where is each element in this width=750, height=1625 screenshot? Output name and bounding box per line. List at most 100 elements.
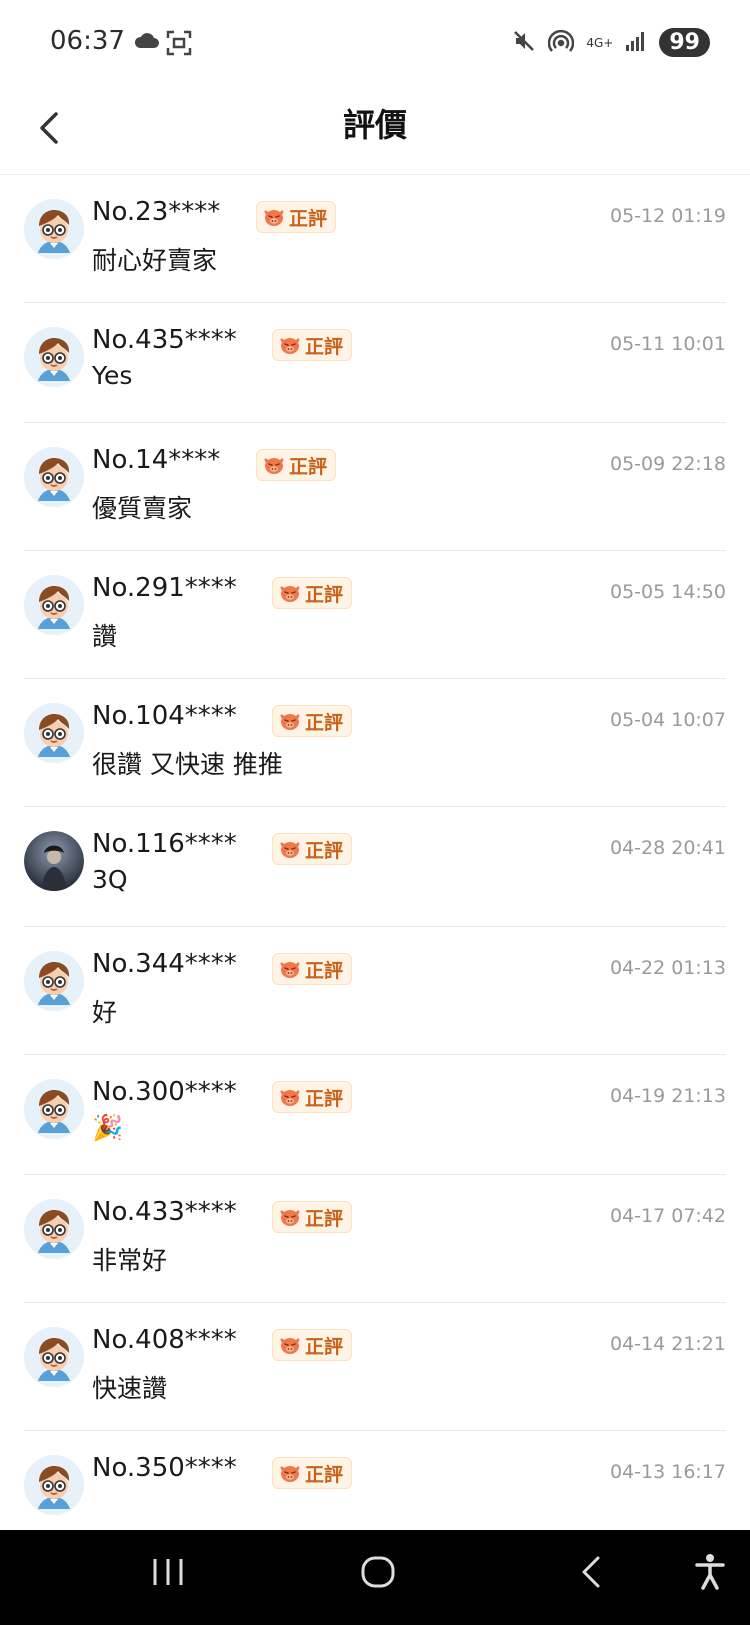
- pig-face-icon: [280, 338, 300, 354]
- user-avatar[interactable]: [24, 1455, 84, 1515]
- review-comment: 快速讚: [92, 1374, 168, 1403]
- positive-review-badge: 正評: [272, 329, 353, 361]
- page-header: 評價: [0, 88, 750, 175]
- accessibility-icon: [695, 1554, 725, 1590]
- positive-review-badge: 正評: [272, 1201, 353, 1233]
- badge-label: 正評: [305, 1207, 344, 1230]
- pig-face-icon: [264, 458, 284, 474]
- reviewer-name: No.300****: [92, 1077, 237, 1107]
- review-timestamp: 05-04 10:07: [609, 709, 726, 731]
- recent-apps-icon: [153, 1559, 183, 1585]
- review-item[interactable]: No.116**** 正評 04-28 20:41 3Q: [24, 807, 726, 927]
- review-comment: 3Q: [92, 865, 128, 894]
- reviewer-name: No.116****: [92, 829, 237, 859]
- reviewer-name: No.350****: [92, 1453, 237, 1483]
- positive-review-badge: 正評: [272, 1081, 353, 1113]
- review-timestamp: 05-09 22:18: [609, 453, 726, 475]
- pig-face-icon: [280, 714, 300, 730]
- cloud-icon: [134, 30, 160, 54]
- review-list[interactable]: No.23**** 正評 05-12 01:19 耐心好賣家 No.435**** 正評 0…: [0, 175, 750, 1515]
- network-type: 4G+: [586, 35, 614, 50]
- review-timestamp: 04-13 16:17: [609, 1461, 726, 1483]
- review-item[interactable]: No.408**** 正評 04-14 21:21 快速讚: [24, 1303, 726, 1431]
- pig-face-icon: [280, 586, 300, 602]
- user-avatar[interactable]: [24, 1079, 84, 1139]
- badge-label: 正評: [289, 207, 328, 230]
- user-avatar[interactable]: [24, 831, 84, 891]
- pig-face-icon: [264, 210, 284, 226]
- reviewer-name: No.291****: [92, 573, 237, 603]
- user-avatar[interactable]: [24, 199, 84, 259]
- battery-indicator: 99: [659, 28, 710, 57]
- reviewer-name: No.23****: [92, 197, 221, 227]
- reviewer-name: No.408****: [92, 1325, 237, 1355]
- page-title: 評價: [342, 106, 407, 144]
- badge-label: 正評: [305, 583, 344, 606]
- badge-label: 正評: [305, 711, 344, 734]
- positive-review-badge: 正評: [272, 705, 353, 737]
- review-timestamp: 05-11 10:01: [609, 333, 726, 355]
- screenshot-icon: [166, 30, 192, 60]
- system-nav-bar: [0, 1530, 750, 1625]
- pig-face-icon: [280, 842, 300, 858]
- home-button[interactable]: [360, 1552, 396, 1596]
- review-item[interactable]: No.291**** 正評 05-05 14:50 讚: [24, 551, 726, 679]
- reviewer-name: No.104****: [92, 701, 237, 731]
- status-time: 06:37: [50, 26, 125, 56]
- reviewer-name: No.433****: [92, 1197, 237, 1227]
- accessibility-button[interactable]: [692, 1552, 728, 1596]
- review-item[interactable]: No.23**** 正評 05-12 01:19 耐心好賣家: [24, 175, 726, 303]
- positive-review-badge: 正評: [272, 1329, 353, 1361]
- user-avatar[interactable]: [24, 1327, 84, 1387]
- reviewer-name: No.344****: [92, 949, 237, 979]
- positive-review-badge: 正評: [256, 449, 337, 481]
- positive-review-badge: 正評: [272, 1457, 353, 1489]
- review-comment: 🎉: [92, 1113, 124, 1142]
- signal-icon: [625, 30, 647, 56]
- hotspot-icon: [548, 29, 575, 57]
- user-avatar[interactable]: [24, 327, 84, 387]
- review-item[interactable]: No.14**** 正評 05-09 22:18 優質賣家: [24, 423, 726, 551]
- positive-review-badge: 正評: [272, 953, 353, 985]
- user-avatar[interactable]: [24, 447, 84, 507]
- review-item[interactable]: No.433**** 正評 04-17 07:42 非常好: [24, 1175, 726, 1303]
- pig-face-icon: [280, 1466, 300, 1482]
- user-avatar[interactable]: [24, 575, 84, 635]
- badge-label: 正評: [305, 959, 344, 982]
- reviewer-name: No.14****: [92, 445, 221, 475]
- reviewer-name: No.435****: [92, 325, 237, 355]
- positive-review-badge: 正評: [272, 833, 353, 865]
- review-comment: 非常好: [92, 1246, 168, 1275]
- user-avatar[interactable]: [24, 1199, 84, 1259]
- review-item[interactable]: No.300**** 正評 04-19 21:13 🎉: [24, 1055, 726, 1175]
- user-avatar[interactable]: [24, 703, 84, 763]
- badge-label: 正評: [305, 335, 344, 358]
- review-timestamp: 05-05 14:50: [609, 581, 726, 603]
- review-item[interactable]: No.350**** 正評 04-13 16:17: [24, 1431, 726, 1515]
- review-timestamp: 04-17 07:42: [609, 1205, 726, 1227]
- pig-face-icon: [280, 1210, 300, 1226]
- review-timestamp: 04-14 21:21: [609, 1333, 726, 1355]
- positive-review-badge: 正評: [256, 201, 337, 233]
- back-nav-button[interactable]: [574, 1552, 610, 1596]
- review-item[interactable]: No.344**** 正評 04-22 01:13 好: [24, 927, 726, 1055]
- review-timestamp: 04-22 01:13: [609, 957, 726, 979]
- badge-label: 正評: [305, 1087, 344, 1110]
- review-comment: 耐心好賣家: [92, 246, 218, 275]
- user-avatar[interactable]: [24, 951, 84, 1011]
- review-item[interactable]: No.435**** 正評 05-11 10:01 Yes: [24, 303, 726, 423]
- review-comment: 讚: [92, 622, 118, 651]
- review-item[interactable]: No.104**** 正評 05-04 10:07 很讚 又快速 推推: [24, 679, 726, 807]
- review-timestamp: 04-19 21:13: [609, 1085, 726, 1107]
- review-timestamp: 05-12 01:19: [609, 205, 726, 227]
- pig-face-icon: [280, 1090, 300, 1106]
- back-nav-icon: [582, 1556, 600, 1588]
- home-icon: [361, 1556, 395, 1588]
- review-comment: Yes: [92, 361, 133, 390]
- review-timestamp: 04-28 20:41: [609, 837, 726, 859]
- positive-review-badge: 正評: [272, 577, 353, 609]
- mute-icon: [512, 29, 536, 57]
- pig-face-icon: [280, 1338, 300, 1354]
- recent-apps-button[interactable]: [150, 1552, 186, 1596]
- badge-label: 正評: [305, 1335, 344, 1358]
